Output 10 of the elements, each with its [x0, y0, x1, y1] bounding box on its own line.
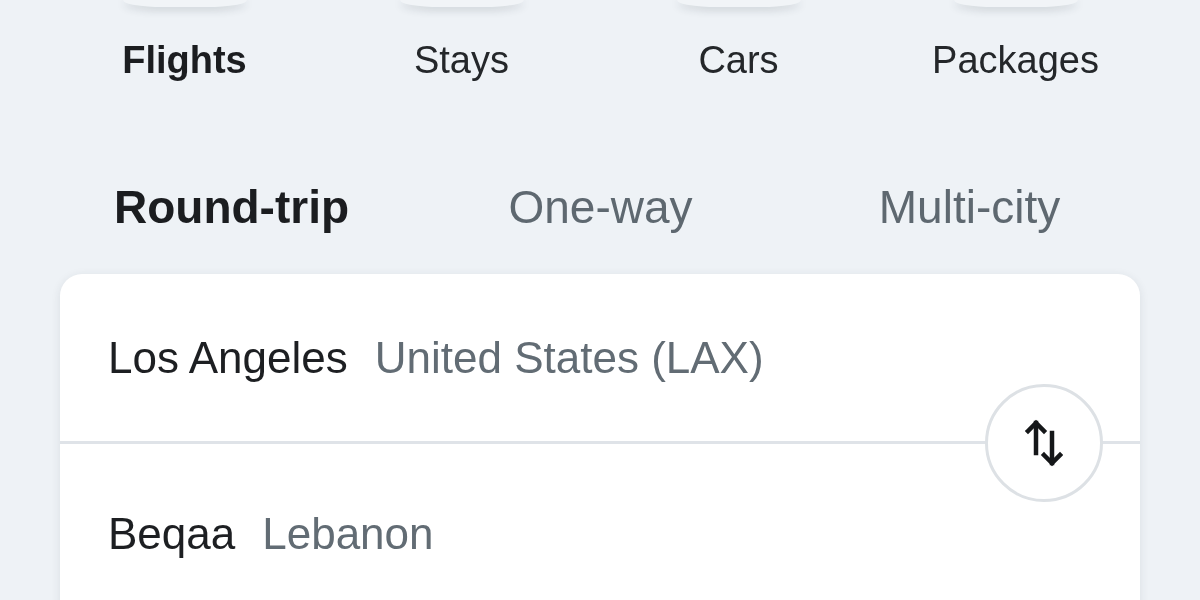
origin-field[interactable]: Los Angeles United States (LAX): [60, 274, 1140, 441]
category-tab[interactable]: Cars: [698, 38, 779, 82]
trip-type-tab[interactable]: Round-trip: [114, 181, 349, 233]
category-tab[interactable]: Packages: [932, 38, 1099, 82]
swap-arrows-icon: [1025, 419, 1063, 467]
category-tab[interactable]: Stays: [413, 38, 509, 82]
category-tab[interactable]: Flights: [122, 38, 247, 82]
trip-type-tab[interactable]: One-way: [508, 181, 693, 233]
trip-type-tab[interactable]: Multi-city: [878, 181, 1061, 233]
destination-field[interactable]: Beqaa Lebanon: [60, 444, 1140, 600]
